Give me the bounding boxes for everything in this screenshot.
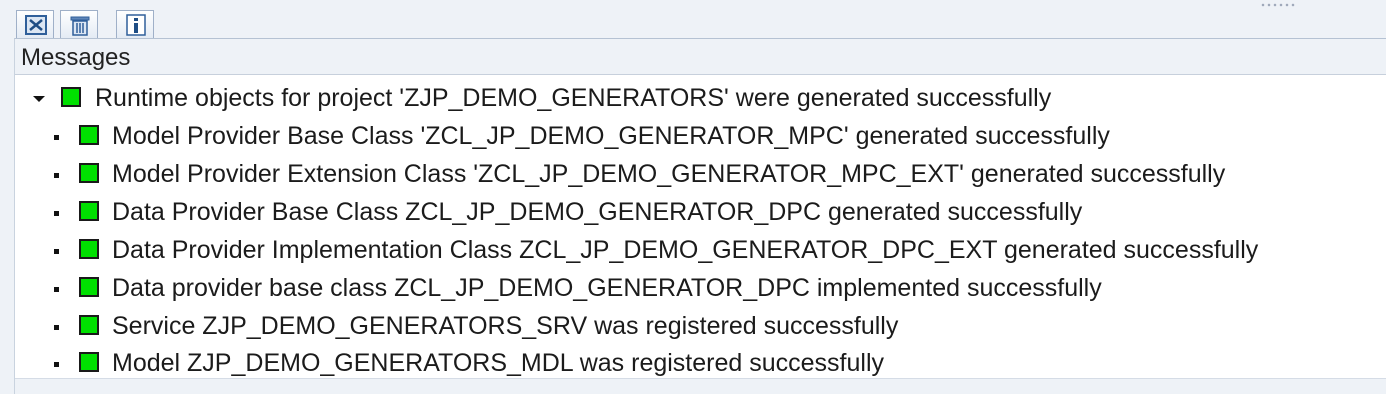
resize-grip[interactable] [1260, 3, 1296, 7]
close-log-button[interactable] [16, 10, 54, 38]
success-status-icon [79, 239, 99, 259]
message-child-row[interactable]: Service ZJP_DEMO_GENERATORS_SRV was regi… [15, 308, 1386, 346]
info-button[interactable] [116, 10, 154, 38]
success-status-icon [79, 163, 99, 183]
toolbar [0, 0, 1386, 38]
message-text: Model Provider Base Class 'ZCL_JP_DEMO_G… [112, 122, 1110, 150]
message-text: Service ZJP_DEMO_GENERATORS_SRV was regi… [112, 312, 899, 340]
collapse-triangle-icon[interactable] [33, 96, 45, 102]
message-text: Model Provider Extension Class 'ZCL_JP_D… [112, 160, 1226, 188]
message-text: Data Provider Implementation Class ZCL_J… [112, 236, 1259, 264]
tree-bullet-icon [54, 287, 59, 292]
message-tree: Messages Runtime objects for project 'ZJ… [14, 38, 1386, 394]
messages-column-header: Messages [21, 44, 131, 71]
message-text: Data Provider Base Class ZCL_JP_DEMO_GEN… [112, 198, 1083, 226]
tree-bullet-icon [54, 211, 59, 216]
message-log-window: Messages Runtime objects for project 'ZJ… [0, 0, 1386, 394]
success-status-icon [79, 352, 99, 372]
tree-bullet-icon [54, 173, 59, 178]
message-child-row[interactable]: Data Provider Base Class ZCL_JP_DEMO_GEN… [15, 194, 1386, 232]
tree-bullet-icon [54, 325, 59, 330]
tree-bullet-icon [54, 362, 59, 367]
message-text: Model ZJP_DEMO_GENERATORS_MDL was regist… [112, 349, 884, 377]
trash-icon [70, 16, 90, 36]
message-text: Runtime objects for project 'ZJP_DEMO_GE… [95, 84, 1052, 112]
tree-footer [15, 378, 1386, 394]
success-status-icon [79, 315, 99, 335]
success-status-icon [79, 125, 99, 145]
message-child-row[interactable]: Data Provider Implementation Class ZCL_J… [15, 232, 1386, 270]
success-status-icon [61, 87, 81, 107]
tree-bullet-icon [54, 249, 59, 254]
info-icon [126, 14, 146, 36]
success-status-icon [79, 277, 99, 297]
message-child-row[interactable]: Model Provider Extension Class 'ZCL_JP_D… [15, 156, 1386, 194]
delete-log-button[interactable] [60, 10, 98, 38]
message-text: Data provider base class ZCL_JP_DEMO_GEN… [112, 274, 1102, 302]
success-status-icon [79, 201, 99, 221]
message-child-row[interactable]: Model Provider Base Class 'ZCL_JP_DEMO_G… [15, 118, 1386, 156]
close-document-icon [25, 15, 47, 35]
tree-header: Messages [15, 39, 1386, 75]
message-root-row[interactable]: Runtime objects for project 'ZJP_DEMO_GE… [15, 80, 1386, 118]
tree-bullet-icon [54, 135, 59, 140]
message-child-row[interactable]: Data provider base class ZCL_JP_DEMO_GEN… [15, 270, 1386, 308]
